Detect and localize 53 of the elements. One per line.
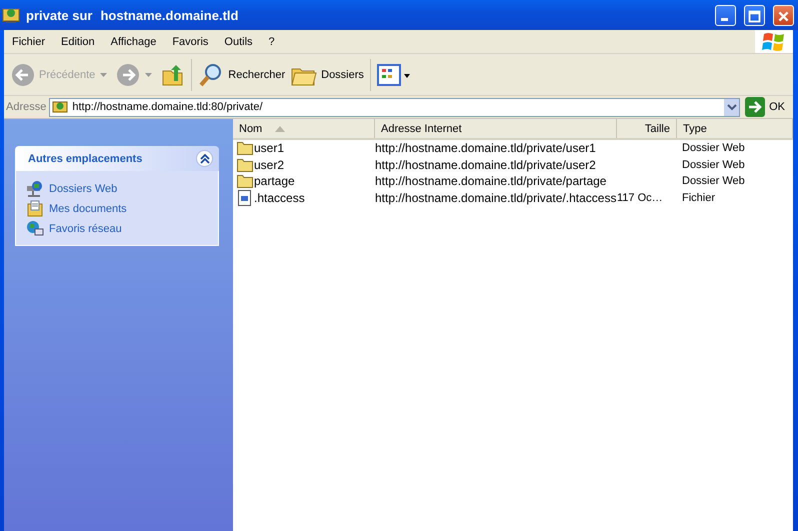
web-folder-icon <box>52 99 68 115</box>
dropdown-button[interactable] <box>724 98 740 116</box>
table-cell: http://hostname.domaine.tld/private/user2 <box>375 158 596 172</box>
folder-up-icon <box>161 62 186 86</box>
go-button[interactable]: OK <box>743 97 793 117</box>
menu-item[interactable]: Favoris <box>164 36 216 48</box>
sort-ascending-icon <box>274 124 286 132</box>
menu-item[interactable]: Fichier <box>4 36 54 48</box>
maximize-button[interactable] <box>744 4 765 26</box>
web-folder-icon <box>2 6 20 24</box>
table-cell: http://hostname.domaine.tld/private/user1 <box>375 141 596 156</box>
folders-button[interactable]: Dossiers <box>288 60 367 88</box>
file-name[interactable]: user2 <box>254 158 284 172</box>
file-name[interactable]: user1 <box>254 141 284 156</box>
column-header[interactable]: Taille <box>617 119 677 138</box>
minimize-button[interactable] <box>715 4 736 26</box>
panel-link[interactable]: Mes documents <box>49 203 127 215</box>
panel-link[interactable]: Dossiers Web <box>49 183 118 195</box>
table-cell: 117 Oc… <box>617 192 663 204</box>
table-cell: Dossier Web <box>682 158 745 171</box>
table-cell: http://hostname.domaine.tld/private/partage <box>375 174 606 188</box>
menu-item[interactable]: ? <box>260 36 283 48</box>
search-button[interactable]: Rechercher <box>195 60 288 90</box>
menu-item[interactable]: Edition <box>53 36 103 48</box>
close-button[interactable] <box>773 4 794 26</box>
minimize-icon <box>721 18 728 20</box>
table-cell: http://hostname.domaine.tld/private/.htaccess <box>375 190 616 205</box>
address-label: Adresse <box>6 101 46 113</box>
menu-item[interactable]: Outils <box>216 36 261 48</box>
folder-icon <box>237 174 253 188</box>
menu-item[interactable]: Affichage <box>102 36 164 48</box>
views-icon <box>376 64 411 86</box>
file-name[interactable]: partage <box>254 174 295 188</box>
folder-icon <box>237 158 253 172</box>
collapse-chevrons-icon <box>198 152 210 164</box>
column-header[interactable]: Type <box>677 119 793 138</box>
file-icon <box>237 190 253 206</box>
chevron-down-icon <box>726 103 737 111</box>
window-title: private sur <box>26 8 92 22</box>
column-header[interactable]: Nom <box>233 119 375 138</box>
column-header[interactable]: Adresse Internet <box>375 119 617 138</box>
table-cell: Dossier Web <box>682 142 745 154</box>
window-title-host: hostname.domaine.tld <box>100 8 238 22</box>
table-cell: Fichier <box>682 192 716 204</box>
file-name[interactable]: .htaccess <box>254 190 305 205</box>
panel-link[interactable]: Favoris réseau <box>49 223 122 235</box>
documents-icon <box>26 200 44 218</box>
web-folders-icon <box>26 180 44 198</box>
table-cell: Dossier Web <box>682 175 745 188</box>
windows-flag-logo <box>755 30 793 53</box>
address-field[interactable]: http://hostname.domaine.tld:80/private/ <box>49 98 740 116</box>
collapse-button[interactable] <box>196 150 213 167</box>
network-globe-icon <box>26 220 44 238</box>
